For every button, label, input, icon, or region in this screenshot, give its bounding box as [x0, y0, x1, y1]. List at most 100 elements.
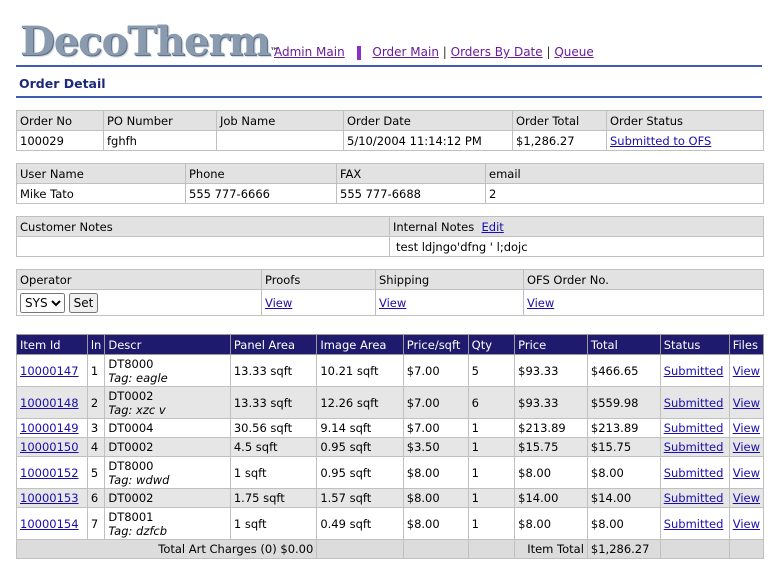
- files-view-link[interactable]: View: [733, 364, 760, 378]
- footer-empty-cell: [659, 539, 730, 559]
- files-view-link[interactable]: View: [733, 491, 760, 505]
- item-id-link[interactable]: 10000154: [20, 517, 79, 531]
- ofs-order-header: OFS Order No.: [523, 269, 764, 290]
- price-sqft-cell: $8.00: [402, 507, 469, 540]
- ln-cell: 2: [86, 386, 106, 419]
- set-operator-button[interactable]: Set: [68, 292, 99, 313]
- total-cell: $213.89: [586, 418, 661, 438]
- status-cell: Submitted: [659, 418, 730, 438]
- operator-select[interactable]: SYS: [20, 292, 65, 313]
- fax-value: 555 777-6688: [336, 183, 486, 204]
- user-name-value: Mike Tato: [16, 183, 186, 204]
- notes-table: Customer Notes Internal Notes Edit test …: [16, 216, 764, 257]
- files-view-link[interactable]: View: [733, 466, 760, 480]
- ofs-order-view-link[interactable]: View: [527, 296, 554, 310]
- item-id-link[interactable]: 10000148: [20, 396, 79, 410]
- ln-cell: 3: [86, 418, 106, 438]
- price-sqft-cell: $7.00: [402, 354, 469, 387]
- item-id-cell: 10000150: [16, 437, 88, 457]
- qty-cell: 1: [467, 437, 516, 457]
- table-row: 10000152 5 DT8000 Tag: wdwd 1 sqft 0.95 sqft $…: [16, 456, 765, 489]
- image-area-cell: 10.21 sqft: [316, 354, 404, 387]
- price-cell: $15.75: [514, 437, 588, 457]
- item-id-link[interactable]: 10000153: [20, 491, 79, 505]
- item-total-value: $1,286.27: [586, 539, 661, 559]
- price-sqft-cell: $7.00: [402, 386, 469, 419]
- po-number-value: fghfh: [103, 130, 217, 151]
- proofs-cell: View: [261, 289, 376, 316]
- descr-cell: DT0002: [104, 488, 231, 508]
- shipping-view-link[interactable]: View: [379, 296, 406, 310]
- item-id-cell: 10000147: [16, 354, 88, 387]
- image-area-cell: 0.95 sqft: [316, 437, 404, 457]
- status-link[interactable]: Submitted: [664, 440, 724, 454]
- ln-cell: 1: [86, 354, 106, 387]
- item-id-link[interactable]: 10000149: [20, 421, 79, 435]
- status-cell: Submitted: [659, 488, 730, 508]
- item-id-link[interactable]: 10000150: [20, 440, 79, 454]
- price-cell: $213.89: [514, 418, 588, 438]
- nav-divider-bar: [356, 45, 361, 60]
- files-header: Files: [728, 334, 765, 355]
- edit-notes-link[interactable]: Edit: [482, 220, 504, 234]
- header-rule: [16, 65, 762, 67]
- files-cell: View: [728, 488, 765, 508]
- items-footer-row: Total Art Charges (0) $0.00 Item Total $…: [15, 539, 765, 559]
- order-main-link[interactable]: Order Main: [372, 45, 439, 59]
- footer-empty-cell: [467, 539, 516, 559]
- footer-empty-cell: [316, 539, 404, 559]
- operations-table: Operator Proofs Shipping OFS Order No. S…: [16, 269, 764, 316]
- queue-link[interactable]: Queue: [554, 45, 593, 59]
- order-info-table: Order No PO Number Job Name Order Date O…: [16, 110, 764, 151]
- panel-area-cell: 1.75 sqft: [229, 488, 318, 508]
- files-view-link[interactable]: View: [733, 421, 760, 435]
- title-rule: [16, 96, 762, 98]
- price-cell: $93.33: [514, 386, 588, 419]
- ln-cell: 5: [86, 456, 106, 489]
- status-link[interactable]: Submitted: [664, 364, 724, 378]
- fax-header: FAX: [336, 163, 486, 184]
- panel-area-cell: 1 sqft: [229, 507, 318, 540]
- nav-separator: |: [442, 45, 447, 59]
- art-charges-total: Total Art Charges (0) $0.00: [15, 539, 318, 559]
- item-id-link[interactable]: 10000152: [20, 466, 79, 480]
- status-link[interactable]: Submitted: [664, 491, 724, 505]
- email-header: email: [485, 163, 764, 184]
- table-row: 10000148 2 DT0002 Tag: xzc v 13.33 sqft 12.26…: [16, 386, 765, 419]
- qty-cell: 1: [467, 488, 516, 508]
- total-cell: $14.00: [586, 488, 661, 508]
- order-status-cell: Submitted to OFS: [606, 130, 764, 151]
- price-cell: $93.33: [514, 354, 588, 387]
- orders-by-date-link[interactable]: Orders By Date: [451, 45, 543, 59]
- order-total-header: Order Total: [512, 110, 607, 131]
- files-view-link[interactable]: View: [733, 440, 760, 454]
- image-area-header: Image Area: [316, 334, 404, 355]
- descr-code: DT0004: [108, 421, 154, 435]
- files-view-link[interactable]: View: [733, 517, 760, 531]
- status-link[interactable]: Submitted: [664, 396, 724, 410]
- status-link[interactable]: Submitted: [664, 466, 724, 480]
- order-date-value: 5/10/2004 11:14:12 PM: [343, 130, 513, 151]
- status-link[interactable]: Submitted: [664, 517, 724, 531]
- item-id-link[interactable]: 10000147: [20, 364, 79, 378]
- operations-header-row: Operator Proofs Shipping OFS Order No.: [16, 269, 764, 290]
- proofs-view-link[interactable]: View: [265, 296, 292, 310]
- order-total-value: $1,286.27: [512, 130, 607, 151]
- status-link[interactable]: Submitted: [664, 421, 724, 435]
- proofs-header: Proofs: [261, 269, 376, 290]
- descr-cell: DT0002: [104, 437, 231, 457]
- status-cell: Submitted: [659, 354, 730, 387]
- notes-value-row: test ldjngo'dfng ' l;dojc: [16, 236, 764, 257]
- order-status-header: Order Status: [606, 110, 764, 131]
- descr-code: DT0002: [108, 440, 154, 454]
- files-view-link[interactable]: View: [733, 396, 760, 410]
- admin-main-link[interactable]: Admin Main: [274, 45, 345, 59]
- ln-cell: 4: [86, 437, 106, 457]
- order-status-link[interactable]: Submitted to OFS: [610, 134, 711, 148]
- files-cell: View: [728, 354, 765, 387]
- nav-separator: |: [546, 45, 551, 59]
- descr-code: DT0002: [108, 388, 154, 403]
- item-id-cell: 10000152: [16, 456, 88, 489]
- image-area-cell: 0.49 sqft: [316, 507, 404, 540]
- files-cell: View: [728, 437, 765, 457]
